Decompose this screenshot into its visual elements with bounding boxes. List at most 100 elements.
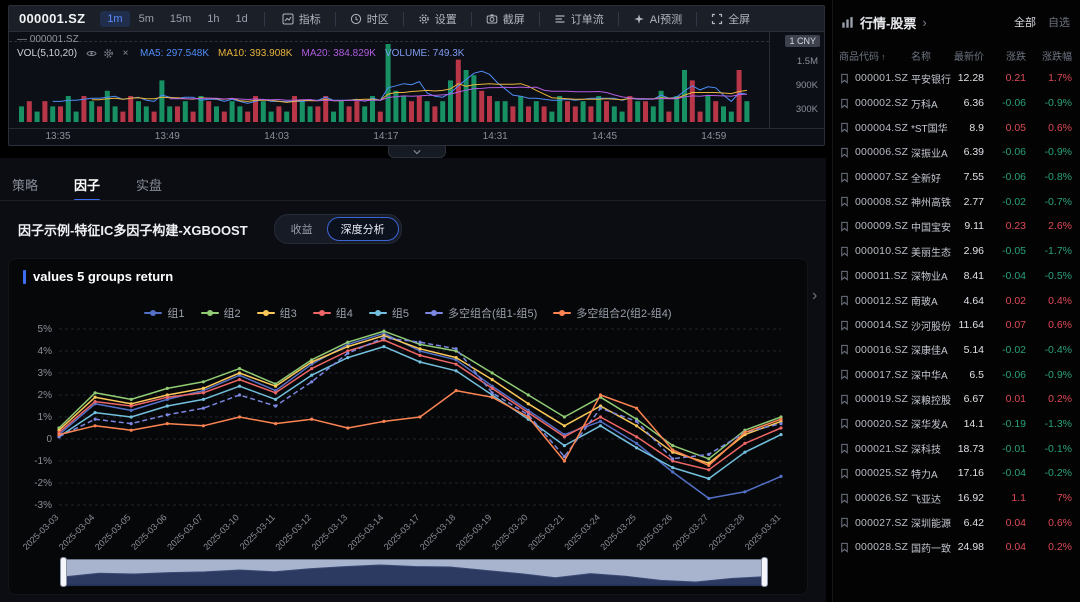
factor-header: 因子示例-特征IC多因子构建-XGBOOST 收益深度分析: [18, 214, 402, 244]
table-row[interactable]: 000004.SZ*ST国华8.90.050.6%: [833, 115, 1080, 140]
collapse-panel-button[interactable]: ›: [812, 288, 817, 304]
timeframe-15m[interactable]: 15m: [163, 11, 198, 27]
bookmark-icon[interactable]: [839, 270, 850, 281]
factor-chart-panel: values 5 groups return 组1组2组3组4组5多空组合(组1…: [8, 258, 808, 595]
indicator-value: MA10: 393.908K: [218, 48, 293, 59]
legend-item[interactable]: 组5: [369, 305, 409, 321]
table-row[interactable]: 000002.SZ万科A6.36-0.06-0.9%: [833, 91, 1080, 116]
table-row[interactable]: 000001.SZ平安银行12.280.211.7%: [833, 66, 1080, 91]
filter-全部[interactable]: 全部: [1014, 14, 1036, 30]
stock-change: -0.04: [984, 467, 1026, 479]
collapse-chart-button[interactable]: [388, 146, 446, 158]
timeframe-1h[interactable]: 1h: [200, 11, 226, 27]
column-header-code[interactable]: 商品代码↑: [839, 48, 911, 63]
bookmark-icon[interactable]: [839, 344, 850, 355]
stock-change: -0.02: [984, 344, 1026, 356]
kline-panel: 000001.SZ 1m5m15m1h1d 指标时区设置截屏订单流AI预测全屏 …: [8, 5, 825, 146]
table-row[interactable]: 000028.SZ国药一致24.980.040.2%: [833, 535, 1080, 560]
price-axis[interactable]: 1 CNY 1.5M900K300K: [769, 32, 824, 128]
eye-icon[interactable]: [86, 48, 97, 59]
tool-button-gear[interactable]: 设置: [410, 9, 465, 29]
bookmark-icon[interactable]: [839, 542, 850, 553]
bookmark-icon[interactable]: [839, 196, 850, 207]
legend-item[interactable]: 多空组合2(组2-组4): [553, 305, 671, 321]
bookmark-icon[interactable]: [839, 172, 850, 183]
stock-change: -0.06: [984, 369, 1026, 381]
tab-实盘[interactable]: 实盘: [134, 168, 164, 201]
bookmark-icon[interactable]: [839, 369, 850, 380]
tool-button-ai[interactable]: AI预测: [625, 9, 690, 29]
kline-chart[interactable]: — 000001.SZ VOL(5,10,20) × MA5: 297.548K…: [9, 32, 824, 128]
timeframe-1d[interactable]: 1d: [229, 11, 255, 27]
bookmark-icon[interactable]: [839, 394, 850, 405]
time-axis[interactable]: 13:3513:4914:0314:1714:3114:4514:59: [9, 128, 824, 145]
chevron-right-icon[interactable]: ›: [922, 15, 926, 30]
tool-group: 指标时区设置截屏订单流 AI预测全屏: [274, 9, 758, 29]
tool-button-orderflow[interactable]: 订单流: [546, 9, 612, 29]
table-row[interactable]: 000014.SZ沙河股份11.640.070.6%: [833, 313, 1080, 338]
table-row[interactable]: 000016.SZ深康佳A5.14-0.02-0.4%: [833, 338, 1080, 363]
bookmark-icon[interactable]: [839, 122, 850, 133]
table-row[interactable]: 000025.SZ特力A17.16-0.04-0.2%: [833, 461, 1080, 486]
time-tick: 14:17: [373, 131, 398, 142]
stock-change: -0.04: [984, 270, 1026, 282]
column-header-price[interactable]: 最新价: [953, 48, 984, 63]
bookmark-icon[interactable]: [839, 493, 850, 504]
legend-item[interactable]: 组1: [144, 305, 184, 321]
tab-策略[interactable]: 策略: [10, 168, 40, 201]
table-row[interactable]: 000012.SZ南玻A4.640.020.4%: [833, 288, 1080, 313]
table-row[interactable]: 000007.SZ全新好7.55-0.06-0.8%: [833, 165, 1080, 190]
tool-button-screenshot[interactable]: 截屏: [478, 9, 533, 29]
bookmark-icon[interactable]: [839, 517, 850, 528]
table-row[interactable]: 000026.SZ飞亚达16.921.17%: [833, 486, 1080, 511]
svg-text:2025-03-04: 2025-03-04: [57, 512, 97, 552]
timeframe-1m[interactable]: 1m: [100, 11, 129, 27]
bookmark-icon[interactable]: [839, 147, 850, 158]
bookmark-icon[interactable]: [839, 98, 850, 109]
factor-line-chart[interactable]: 5%4%3%2%1%0-1%-2%-3%2025-03-032025-03-04…: [15, 321, 795, 557]
tool-button-fullscreen[interactable]: 全屏: [703, 9, 758, 29]
legend-item[interactable]: 组3: [257, 305, 297, 321]
brush-left-handle[interactable]: [60, 557, 67, 587]
stock-price: 14.1: [953, 418, 984, 430]
tool-button-indicator[interactable]: 指标: [274, 9, 329, 29]
bookmark-icon[interactable]: [839, 295, 850, 306]
indicator-value: VOLUME: 749.3K: [385, 48, 464, 59]
bookmark-icon[interactable]: [839, 221, 850, 232]
table-row[interactable]: 000006.SZ深振业A6.39-0.06-0.9%: [833, 140, 1080, 165]
table-row[interactable]: 000027.SZ深圳能源6.420.040.6%: [833, 510, 1080, 535]
view-button-深度分析[interactable]: 深度分析: [327, 217, 399, 241]
table-row[interactable]: 000019.SZ深粮控股6.670.010.2%: [833, 387, 1080, 412]
legend-item[interactable]: 多空组合(组1-组5): [425, 305, 537, 321]
filter-自选[interactable]: 自选: [1048, 14, 1070, 30]
view-button-收益[interactable]: 收益: [277, 217, 327, 241]
table-row[interactable]: 000011.SZ深物业A8.41-0.04-0.5%: [833, 264, 1080, 289]
column-header-name[interactable]: 名称: [911, 48, 953, 63]
tab-因子[interactable]: 因子: [72, 168, 102, 201]
gear-icon[interactable]: [103, 48, 114, 59]
legend-item[interactable]: 组4: [313, 305, 353, 321]
column-header-change-pct[interactable]: 涨跌幅: [1026, 48, 1072, 63]
table-row[interactable]: 000009.SZ中国宝安9.110.232.6%: [833, 214, 1080, 239]
column-header-change[interactable]: 涨跌: [984, 48, 1026, 63]
table-row[interactable]: 000020.SZ深华发A14.1-0.19-1.3%: [833, 412, 1080, 437]
volume-chart[interactable]: [9, 32, 771, 128]
chart-range-brush[interactable]: [63, 559, 765, 585]
brush-right-handle[interactable]: [761, 557, 768, 587]
bookmark-icon[interactable]: [839, 468, 850, 479]
table-row[interactable]: 000010.SZ美丽生态2.96-0.05-1.7%: [833, 239, 1080, 264]
bookmark-icon[interactable]: [839, 418, 850, 429]
bookmark-icon[interactable]: [839, 246, 850, 257]
close-icon[interactable]: ×: [120, 48, 131, 59]
table-row[interactable]: 000008.SZ神州高铁2.77-0.02-0.7%: [833, 189, 1080, 214]
table-row[interactable]: 000017.SZ深中华A6.5-0.06-0.9%: [833, 362, 1080, 387]
tool-button-clock[interactable]: 时区: [342, 9, 397, 29]
table-row[interactable]: 000021.SZ深科技18.73-0.01-0.1%: [833, 436, 1080, 461]
legend-item[interactable]: 组2: [201, 305, 241, 321]
timeframe-5m[interactable]: 5m: [132, 11, 161, 27]
bookmark-icon[interactable]: [839, 73, 850, 84]
svg-text:2%: 2%: [38, 390, 53, 401]
bookmark-icon[interactable]: [839, 443, 850, 454]
stock-price: 6.67: [953, 393, 984, 405]
bookmark-icon[interactable]: [839, 320, 850, 331]
